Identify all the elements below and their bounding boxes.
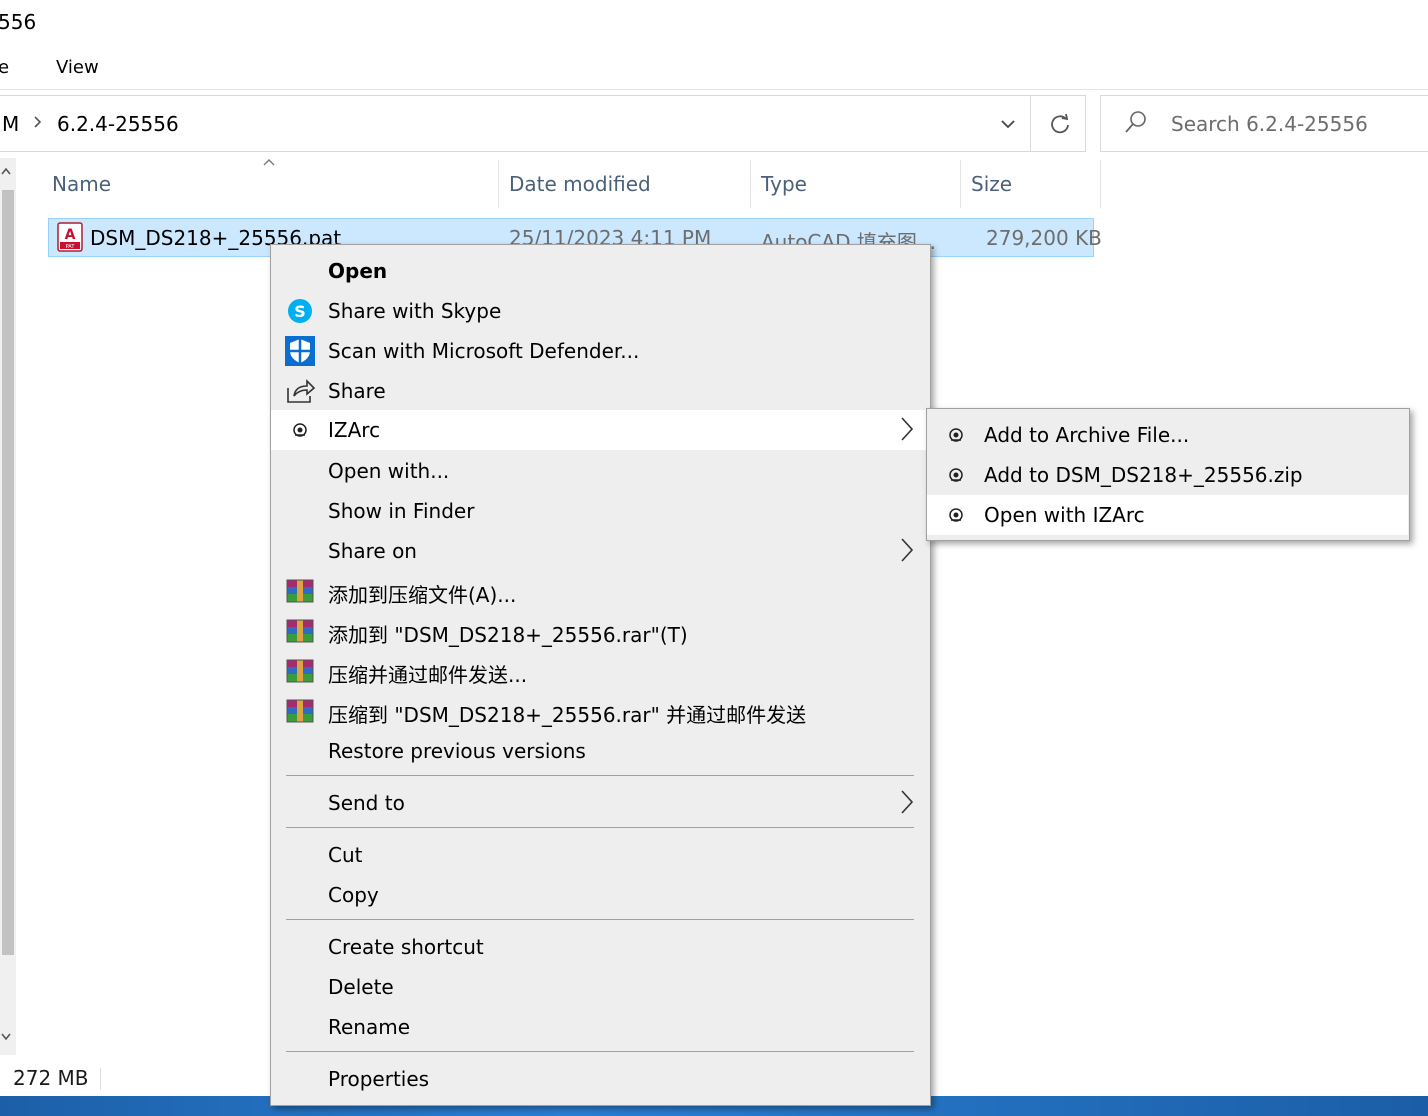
menu-item-create-shortcut[interactable]: Create shortcut xyxy=(271,927,930,967)
column-header-type[interactable]: Type xyxy=(761,172,807,196)
izarc-icon xyxy=(941,460,971,490)
menu-item-label: Scan with Microsoft Defender... xyxy=(328,339,640,363)
autocad-pat-file-icon: A PAT xyxy=(56,222,84,252)
menu-item-label: Share on xyxy=(328,539,417,563)
menu-item-send-to[interactable]: Send to xyxy=(271,783,930,823)
menu-item-open[interactable]: Open xyxy=(271,251,930,291)
search-icon xyxy=(1120,108,1150,138)
sort-ascending-icon xyxy=(262,154,276,170)
winrar-icon xyxy=(285,656,315,686)
menu-item-label: Properties xyxy=(328,1067,430,1091)
svg-text:A: A xyxy=(65,227,76,243)
menu-item-label: Add to DSM_DS218+_25556.zip xyxy=(984,463,1303,487)
menu-separator xyxy=(286,1051,914,1052)
column-header-date[interactable]: Date modified xyxy=(509,172,651,196)
status-selected-size: 272 MB xyxy=(13,1066,89,1090)
izarc-icon xyxy=(285,415,315,445)
status-divider xyxy=(100,1068,101,1090)
menu-item-label: 添加到压缩文件(A)... xyxy=(328,583,517,607)
menu-separator xyxy=(286,919,914,920)
scroll-up-icon[interactable] xyxy=(0,164,12,180)
refresh-icon[interactable] xyxy=(1035,96,1085,151)
menu-item-share[interactable]: Share xyxy=(271,371,930,411)
menu-item-label: Send to xyxy=(328,791,405,815)
menu-item-label: 压缩并通过邮件发送... xyxy=(328,663,528,687)
ribbon-file-tab[interactable]: e xyxy=(0,57,9,78)
column-divider[interactable] xyxy=(960,160,961,208)
menu-item-label: Cut xyxy=(328,843,363,867)
svg-text:S: S xyxy=(294,302,306,321)
column-divider[interactable] xyxy=(750,160,751,208)
skype-icon: S xyxy=(285,296,315,326)
column-header-size[interactable]: Size xyxy=(971,172,1012,196)
submenu-arrow-icon xyxy=(901,417,914,441)
menu-separator xyxy=(286,775,914,776)
submenu-arrow-icon xyxy=(901,538,914,562)
menu-item-label: Show in Finder xyxy=(328,499,475,523)
column-header-name[interactable]: Name xyxy=(52,172,111,196)
menu-item-restore-versions[interactable]: Restore previous versions xyxy=(271,731,930,771)
share-icon xyxy=(285,376,315,406)
search-placeholder: Search 6.2.4-25556 xyxy=(1171,112,1368,136)
menu-separator xyxy=(286,827,914,828)
menu-item-rename[interactable]: Rename xyxy=(271,1007,930,1047)
scroll-down-icon[interactable] xyxy=(0,1030,12,1046)
menu-item-label: Share with Skype xyxy=(328,299,502,323)
submenu-item-add-zip[interactable]: Add to DSM_DS218+_25556.zip xyxy=(927,455,1408,495)
menu-item-label: Copy xyxy=(328,883,379,907)
menu-item-cut[interactable]: Cut xyxy=(271,835,930,875)
menu-item-label: Create shortcut xyxy=(328,935,484,959)
breadcrumb-parent[interactable]: M xyxy=(2,112,19,136)
menu-item-rar-add[interactable]: 添加到压缩文件(A)... xyxy=(271,571,930,611)
menu-item-izarc[interactable]: IZArc xyxy=(271,410,930,450)
menu-item-scan-defender[interactable]: Scan with Microsoft Defender... xyxy=(271,331,930,371)
scrollbar-thumb[interactable] xyxy=(2,190,14,955)
file-icon-caption: PAT xyxy=(66,244,76,250)
menu-item-label: Delete xyxy=(328,975,394,999)
menu-item-share-skype[interactable]: S Share with Skype xyxy=(271,291,930,331)
menu-item-label: Add to Archive File... xyxy=(984,423,1190,447)
submenu-item-open-izarc[interactable]: Open with IZArc xyxy=(927,495,1408,535)
menu-item-label: IZArc xyxy=(328,418,381,442)
winrar-icon xyxy=(285,616,315,646)
menu-item-show-in-finder[interactable]: Show in Finder xyxy=(271,491,930,531)
winrar-icon xyxy=(285,576,315,606)
ribbon-view-tab[interactable]: View xyxy=(56,57,99,78)
izarc-icon xyxy=(941,500,971,530)
menu-item-label: Rename xyxy=(328,1015,411,1039)
menu-item-label: 添加到 "DSM_DS218+_25556.rar"(T) xyxy=(328,623,688,647)
submenu-arrow-icon xyxy=(901,790,914,814)
window-title: 556 xyxy=(0,10,37,34)
column-divider[interactable] xyxy=(498,160,499,208)
breadcrumb-chevron-icon[interactable] xyxy=(33,113,43,135)
menu-item-properties[interactable]: Properties xyxy=(271,1059,930,1099)
defender-shield-icon xyxy=(285,336,315,366)
menu-item-copy[interactable]: Copy xyxy=(271,875,930,915)
menu-item-label: Share xyxy=(328,379,386,403)
address-history-dropdown-icon[interactable] xyxy=(986,96,1029,151)
menu-item-label: Open with... xyxy=(328,459,450,483)
address-divider xyxy=(1030,96,1031,151)
file-size: 279,200 KB xyxy=(986,226,1102,250)
izarc-icon xyxy=(941,420,971,450)
menu-item-delete[interactable]: Delete xyxy=(271,967,930,1007)
menu-item-rar-add-named[interactable]: 添加到 "DSM_DS218+_25556.rar"(T) xyxy=(271,611,930,651)
menu-item-rar-named-email[interactable]: 压缩到 "DSM_DS218+_25556.rar" 并通过邮件发送 xyxy=(271,691,930,731)
submenu-item-add-archive[interactable]: Add to Archive File... xyxy=(927,415,1408,455)
column-divider[interactable] xyxy=(1100,160,1101,208)
menu-item-label: 压缩到 "DSM_DS218+_25556.rar" 并通过邮件发送 xyxy=(328,703,807,727)
menu-item-label: Open xyxy=(328,259,388,283)
menu-item-label: Open with IZArc xyxy=(984,503,1145,527)
breadcrumb-current[interactable]: 6.2.4-25556 xyxy=(57,112,179,136)
menu-item-share-on[interactable]: Share on xyxy=(271,531,930,571)
menu-item-label: Restore previous versions xyxy=(328,739,586,763)
menu-item-open-with[interactable]: Open with... xyxy=(271,451,930,491)
winrar-icon xyxy=(285,696,315,726)
ribbon-bar xyxy=(0,50,1428,90)
menu-item-rar-email[interactable]: 压缩并通过邮件发送... xyxy=(271,651,930,691)
